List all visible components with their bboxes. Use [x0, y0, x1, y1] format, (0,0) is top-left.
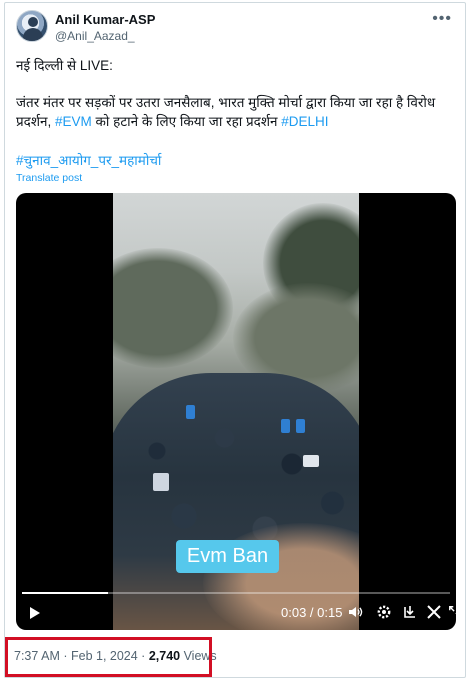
progress-fill [22, 592, 108, 594]
x-logo-icon[interactable] [426, 604, 442, 620]
tweet-paragraph-3: #चुनाव_आयोग_पर_महामोर्चा [16, 151, 458, 170]
phone-image-area [186, 405, 195, 419]
ellipsis-icon[interactable]: ••• [432, 10, 452, 28]
tweet-line-1: नई दिल्ली से LIVE: [16, 58, 113, 73]
progress-bar[interactable] [22, 592, 450, 594]
phone-image-area [153, 473, 169, 491]
video-player[interactable]: Evm Ban 0:03 / 0:15 [16, 193, 456, 630]
phone-image-area [303, 455, 319, 467]
avatar[interactable] [16, 10, 48, 42]
download-icon[interactable] [402, 604, 418, 620]
hashtag-evm-link[interactable]: #EVM [55, 114, 92, 129]
settings-icon[interactable] [376, 604, 392, 620]
tweet-text-part: को हटाने के लिए किया जा रहा प्रदर्शन [91, 114, 282, 129]
highlight-box [5, 637, 212, 677]
tree-image-area [113, 248, 233, 368]
hashtag-mahamorcha-link[interactable]: #चुनाव_आयोग_पर_महामोर्चा [16, 153, 161, 168]
hashtag-delhi-link[interactable]: #DELHI [281, 114, 328, 129]
author-name[interactable]: Anil Kumar-ASP [55, 12, 155, 27]
video-controls: 0:03 / 0:15 [16, 592, 456, 630]
time-display: 0:03 / 0:15 [281, 605, 343, 620]
video-caption: Evm Ban [176, 540, 279, 573]
tweet-paragraph-2: जंतर मंतर पर सड़कों पर उतरा जनसैलाब, भार… [16, 93, 458, 131]
avatar-body [23, 28, 43, 41]
play-icon[interactable] [30, 607, 40, 619]
phone-image-area [296, 419, 305, 433]
avatar-head [28, 17, 38, 27]
phone-image-area [281, 419, 290, 433]
translate-post-link[interactable]: Translate post [16, 172, 82, 184]
author-handle[interactable]: @Anil_Aazad_ [55, 29, 135, 43]
video-frame[interactable]: Evm Ban [113, 193, 359, 630]
volume-icon[interactable] [347, 604, 363, 620]
fullscreen-icon[interactable] [448, 604, 456, 620]
